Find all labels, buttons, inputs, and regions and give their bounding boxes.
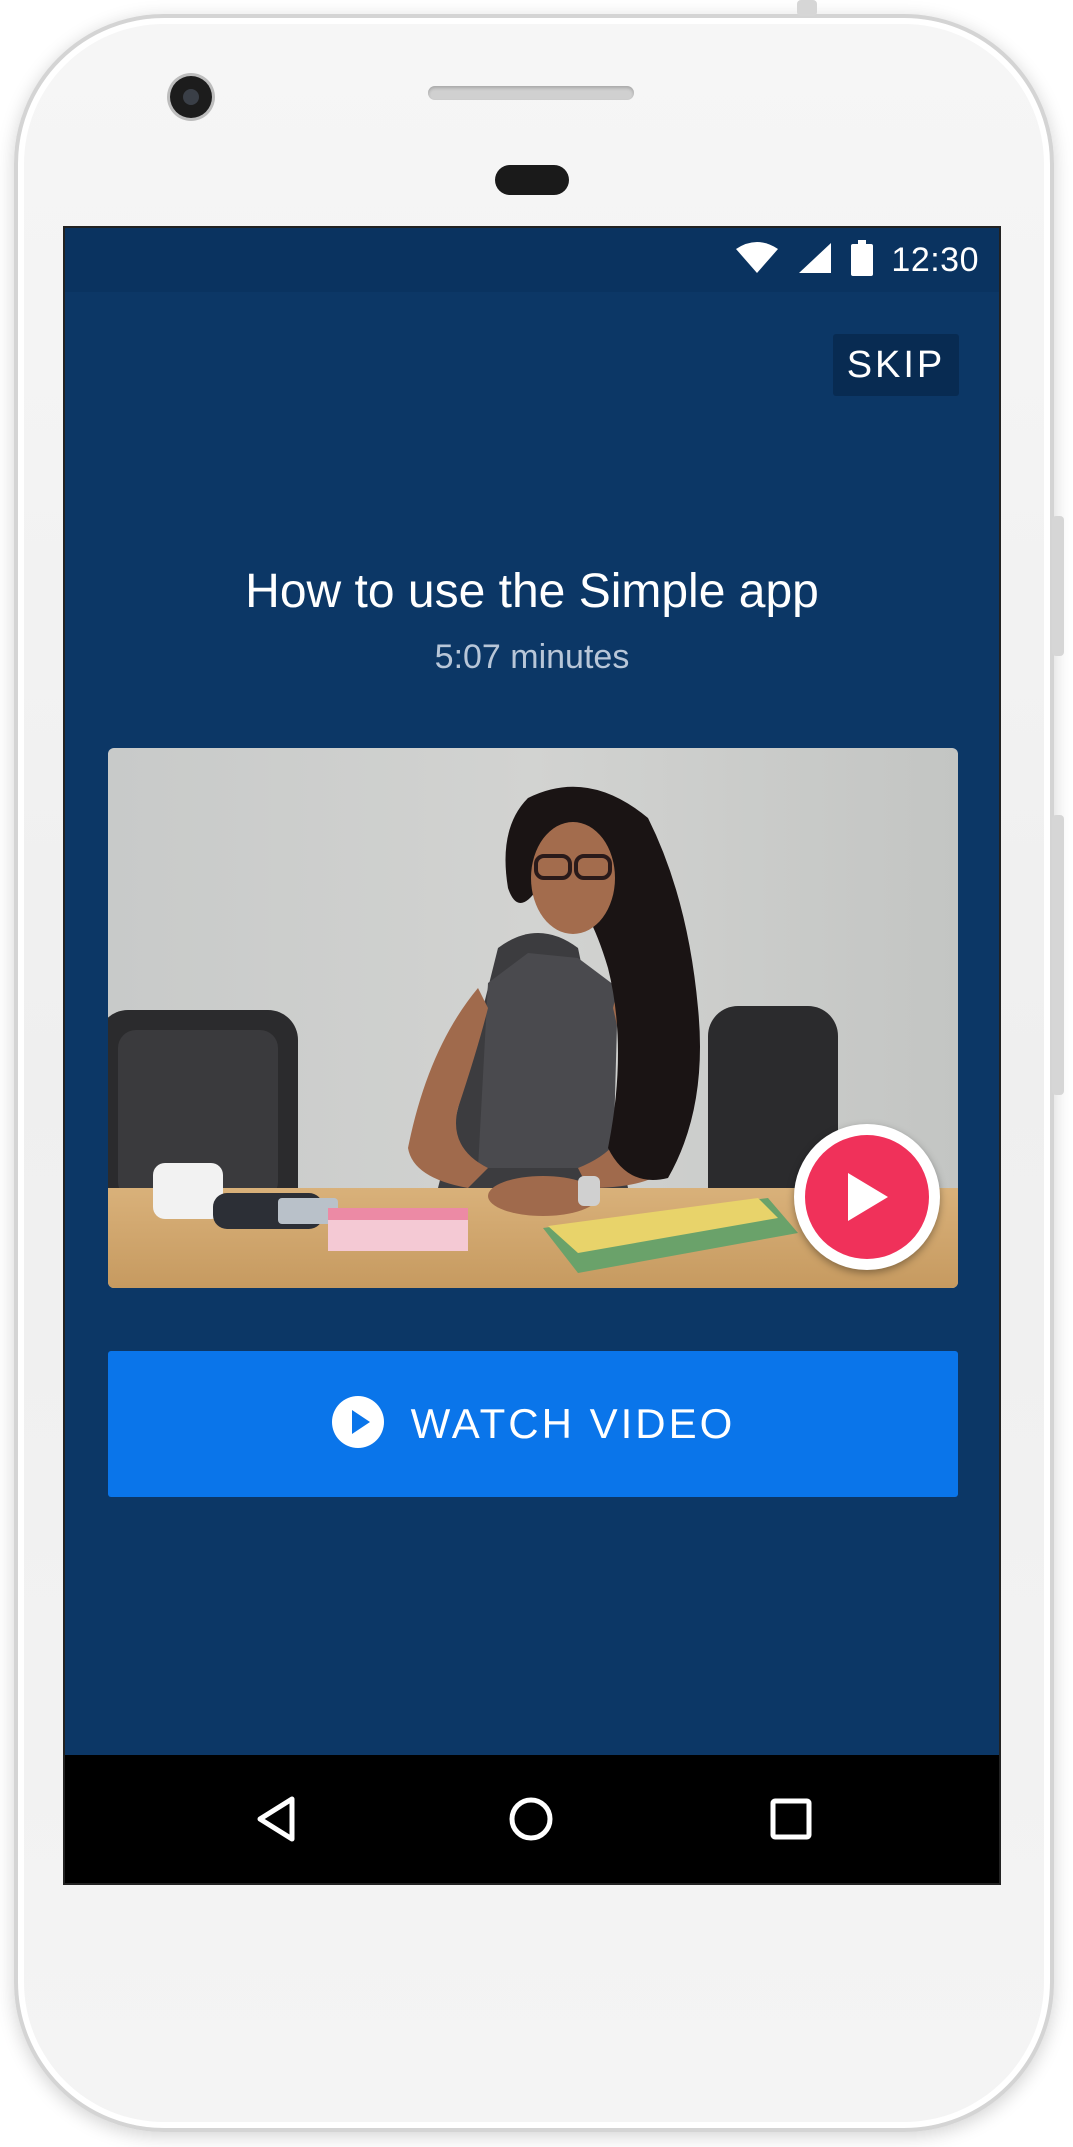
proximity-sensor	[495, 165, 569, 195]
wifi-icon	[735, 241, 779, 280]
phone-volume-button	[1052, 815, 1064, 1095]
status-time: 12:30	[891, 240, 979, 279]
battery-icon	[851, 239, 874, 281]
video-duration: 5:07 minutes	[434, 638, 630, 676]
status-icons: 12:30	[735, 239, 979, 281]
play-circle-icon	[331, 1395, 385, 1454]
skip-button[interactable]: SKIP	[833, 334, 959, 396]
phone-power-button	[1052, 516, 1064, 656]
back-icon[interactable]	[240, 1783, 312, 1855]
play-video-overlay-button[interactable]	[794, 1124, 940, 1270]
app-screen: 12:30 SKIP How to use the Simple app 5:0…	[63, 226, 1001, 1885]
status-bar: 12:30	[65, 228, 999, 292]
cellular-signal-icon	[797, 241, 833, 280]
system-navigation-bar	[65, 1755, 999, 1883]
play-icon	[805, 1135, 929, 1259]
watch-video-label: WATCH VIDEO	[410, 1400, 736, 1447]
video-title: How to use the Simple app	[245, 565, 819, 618]
earpiece-speaker	[428, 86, 634, 100]
watch-video-button[interactable]: WATCH VIDEO	[108, 1351, 958, 1497]
home-icon[interactable]	[495, 1783, 567, 1855]
recents-icon[interactable]	[755, 1783, 827, 1855]
phone-top-button	[797, 0, 817, 16]
front-camera	[170, 76, 212, 118]
